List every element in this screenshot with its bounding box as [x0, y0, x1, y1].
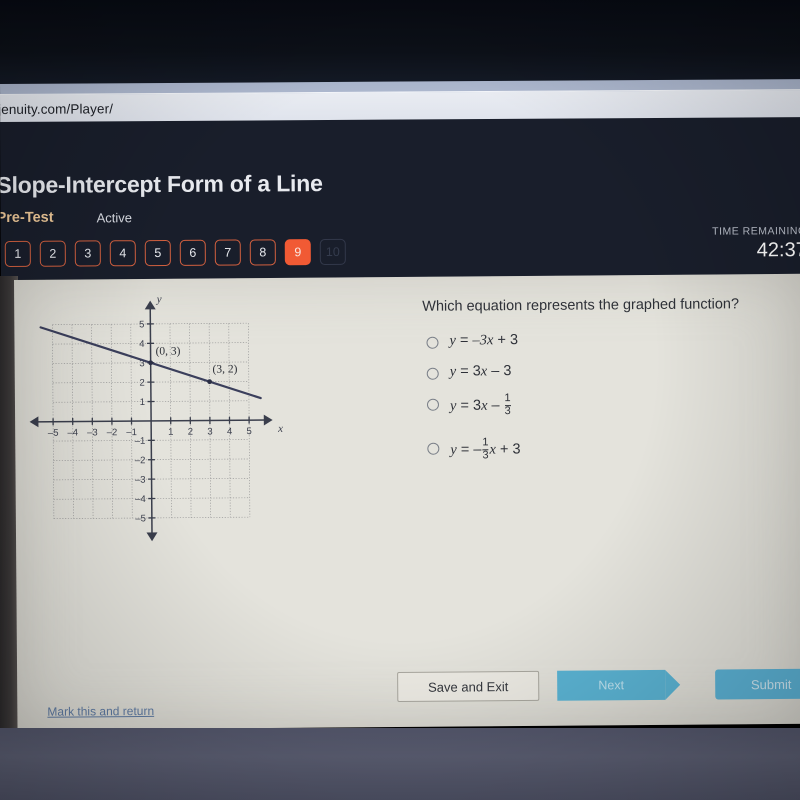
question-nav-button-2[interactable]: 2 — [39, 240, 66, 267]
assessment-type-label: Pre-Test — [0, 209, 54, 227]
svg-text:y: y — [156, 296, 162, 306]
svg-text:–2: –2 — [135, 455, 146, 466]
question-nav-button-4[interactable]: 4 — [109, 240, 136, 267]
svg-text:3: 3 — [207, 426, 212, 437]
svg-text:(0, 3): (0, 3) — [156, 345, 181, 357]
question-nav-button-8[interactable]: 8 — [249, 239, 276, 266]
answer-option-d[interactable]: y = –1 3 x + 3 — [427, 436, 521, 463]
svg-text:2: 2 — [188, 427, 193, 438]
question-nav-button-6[interactable]: 6 — [179, 239, 206, 266]
graph-svg: –5 –4 –3 –2 –1 1 2 3 4 5–5–4–3–2–112345xy(0, 3)(3… — [29, 294, 283, 542]
svg-text:–1: –1 — [135, 436, 146, 447]
footer-button-row: Save and Exit Next Submit — [397, 668, 800, 703]
answer-option-c-text: y = 3x – 13 — [449, 392, 511, 418]
question-nav-button-10: 10 — [319, 238, 346, 266]
address-bar-url: jenuity.com/Player/ — [0, 101, 114, 118]
assessment-header: Slope-Intercept Form of a Line Pre-Test … — [0, 117, 800, 280]
answer-option-d-text: y = –1 3 x + 3 — [450, 436, 521, 462]
answer-option-c[interactable]: y = 3x – 13 — [426, 392, 520, 419]
svg-text:5: 5 — [139, 319, 144, 330]
svg-text:4: 4 — [139, 339, 144, 350]
timer-label: TIME REMAINING — [712, 225, 800, 238]
next-button[interactable]: Next — [557, 669, 666, 701]
svg-text:5: 5 — [247, 426, 252, 437]
status-badge: Active — [96, 210, 133, 226]
answer-option-b-text: y = 3x – 3 — [449, 363, 512, 380]
question-nav-button-1[interactable]: 1 — [4, 240, 31, 267]
svg-text:–5: –5 — [135, 513, 146, 524]
save-and-exit-button[interactable]: Save and Exit — [397, 670, 540, 703]
timer-value: 42:37 — [756, 239, 800, 262]
svg-text:–4: –4 — [135, 494, 146, 505]
svg-text:–5: –5 — [48, 428, 59, 439]
svg-text:–2: –2 — [107, 427, 118, 438]
svg-text:–3: –3 — [87, 427, 98, 438]
question-content-panel: –5 –4 –3 –2 –1 1 2 3 4 5 –5 –4 –3 –2 –1 1 2 3 4 5 x y (0, 3) (3… — [14, 273, 800, 730]
svg-text:x: x — [277, 423, 283, 435]
timer: TIME REMAINING 42:37 — [712, 225, 800, 263]
svg-text:–3: –3 — [135, 475, 146, 486]
question-prompt: Which equation represents the graphed fu… — [422, 296, 740, 315]
question-nav-button-9[interactable]: 9 — [284, 239, 311, 266]
question-number-nav: 1 2 3 4 5 6 7 8 9 10 — [4, 238, 346, 267]
svg-text:1: 1 — [140, 397, 145, 408]
mark-this-and-return-link[interactable]: Mark this and return — [47, 704, 154, 719]
answer-option-a[interactable]: y = –3x + 3 — [426, 332, 519, 350]
svg-text:2: 2 — [139, 378, 144, 389]
answer-option-a-text: y = –3x + 3 — [449, 332, 519, 349]
chromeos-desktop — [0, 728, 800, 800]
radio-button-c[interactable] — [426, 398, 440, 411]
page-title: Slope-Intercept Form of a Line — [0, 170, 323, 199]
monitor-bezel — [0, 0, 800, 86]
radio-button-d[interactable] — [427, 442, 440, 455]
svg-text:1: 1 — [168, 427, 173, 438]
radio-button-b[interactable] — [426, 367, 439, 380]
svg-text:4: 4 — [227, 426, 232, 437]
radio-button-a[interactable] — [426, 336, 439, 349]
screenshot-root: jenuity.com/Player/ Slope-Intercept Form… — [0, 0, 800, 800]
svg-text:–4: –4 — [67, 428, 78, 439]
question-nav-button-7[interactable]: 7 — [214, 239, 241, 266]
question-nav-button-3[interactable]: 3 — [74, 240, 101, 267]
svg-text:(3, 2): (3, 2) — [212, 363, 237, 375]
question-nav-button-5[interactable]: 5 — [144, 239, 171, 267]
function-graph: –5 –4 –3 –2 –1 1 2 3 4 5 –5 –4 –3 –2 –1 1 2 3 4 5 x y (0, 3) (3… — [28, 294, 292, 550]
submit-button[interactable]: Submit — [715, 668, 800, 700]
answer-option-b[interactable]: y = 3x – 3 — [426, 363, 520, 381]
answer-options: y = –3x + 3 y = 3x – 3 y = 3x – 13 y = –… — [426, 332, 521, 477]
